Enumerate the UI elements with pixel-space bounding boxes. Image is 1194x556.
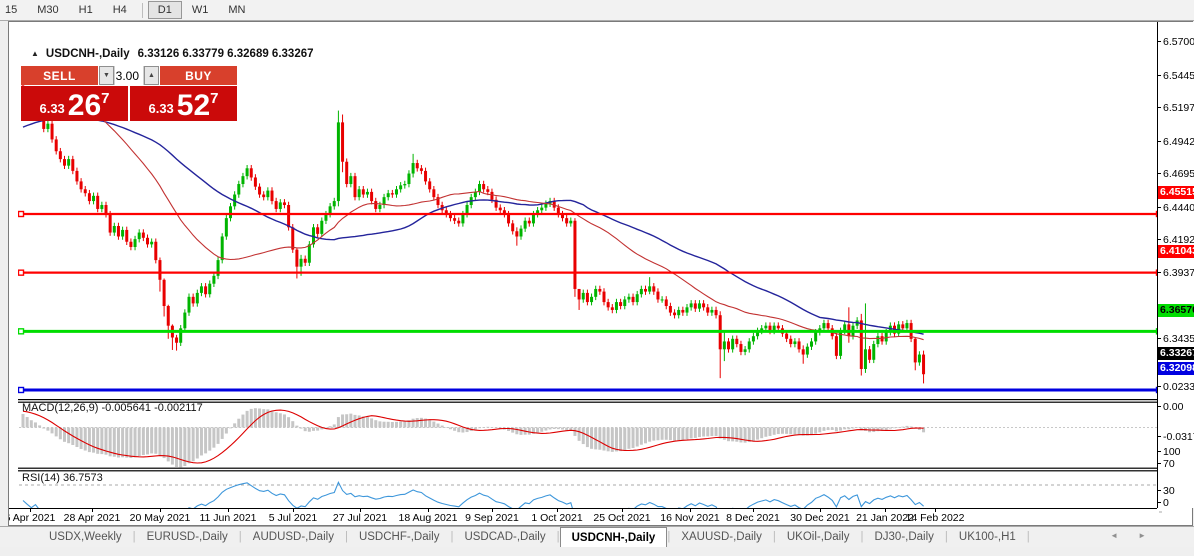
- price-axis-label: 6.49425: [1163, 136, 1194, 148]
- timeframe-button-D1[interactable]: D1: [147, 1, 182, 19]
- date-axis[interactable]: 6 Apr 2021 28 Apr 2021 20 May 2021 11 Jun 2…: [9, 508, 1157, 525]
- date-label: 20 May 2021: [129, 512, 191, 524]
- date-label: 25 Oct 2021: [593, 512, 651, 524]
- one-click-trade-panel: SELL ▼ ▲ BUY 6.33 26 7 6.33 52 7: [21, 66, 237, 121]
- date-label: 18 Aug 2021: [398, 512, 458, 524]
- chart-symbol-label: USDCNH-,Daily: [45, 48, 130, 60]
- price-axis-label: 0: [1163, 497, 1169, 508]
- axis-tick: [1158, 239, 1161, 240]
- date-label: 5 Jul 2021: [268, 512, 318, 524]
- date-label: 1 Oct 2021: [531, 512, 583, 524]
- axis-tick: [1158, 41, 1161, 42]
- volume-input[interactable]: [115, 66, 143, 85]
- buy-button[interactable]: BUY: [160, 66, 237, 85]
- volume-decrease-button[interactable]: ▼: [99, 66, 114, 85]
- price-badge: 6.41043: [1158, 244, 1194, 258]
- tab-scroll-right-icon[interactable]: ►: [1138, 531, 1146, 540]
- axis-tick: [1158, 107, 1161, 108]
- sell-price-display[interactable]: 6.33 26 7: [21, 86, 128, 121]
- tab-audusd-daily[interactable]: AUDUSD-,Daily: [242, 527, 345, 547]
- tab-scroll-left-icon[interactable]: ◄: [1110, 531, 1118, 540]
- sell-button[interactable]: SELL: [21, 66, 98, 85]
- chart-window: ▲ USDCNH-,Daily 6.33126 6.33779 6.32689 6.…: [8, 21, 1193, 528]
- axis-tick: [1158, 386, 1161, 387]
- tab-xauusd-daily[interactable]: XAUUSD-,Daily: [670, 527, 773, 547]
- price-badge: 6.45515: [1158, 185, 1194, 199]
- axis-tick: [1158, 141, 1161, 142]
- tab-dj30-daily[interactable]: DJ30-,Daily: [863, 527, 944, 547]
- tab-uk100-h1[interactable]: UK100-,H1: [948, 527, 1027, 547]
- axis-tick: [1158, 451, 1161, 452]
- rsi-indicator-label: RSI(14) 36.7573: [22, 472, 103, 484]
- date-label: 27 Jul 2021: [332, 512, 388, 524]
- price-axis-label: -0.031744: [1163, 431, 1194, 443]
- price-axis-label: 6.34350: [1163, 333, 1194, 345]
- price-badge: 6.36570: [1158, 303, 1194, 317]
- price-badge: 6.32098: [1158, 361, 1194, 375]
- axis-tick: [1158, 502, 1161, 503]
- axis-tick: [1158, 463, 1161, 464]
- axis-tick: [1158, 272, 1161, 273]
- chart-title: ▲ USDCNH-,Daily 6.33126 6.33779 6.32689 6.…: [31, 48, 314, 60]
- toolbar-separator: [141, 2, 143, 18]
- sell-price-pips: 26: [67, 89, 102, 122]
- price-axis-label: 6.57000: [1163, 36, 1194, 48]
- timeframe-button-MN[interactable]: MN: [218, 1, 255, 19]
- mt4-terminal: 15 M30 H1 H4 D1 W1 MN ▲ USDCNH-,Daily 6.33126 6.…: [0, 0, 1194, 556]
- buy-price-display[interactable]: 6.33 52 7: [130, 86, 237, 121]
- axis-tick: [1158, 173, 1161, 174]
- tab-separator: |: [1026, 531, 1030, 543]
- date-label: 28 Apr 2021: [63, 512, 121, 524]
- date-label: 11 Jun 2021: [199, 512, 257, 524]
- price-axis-label: 100: [1163, 446, 1181, 458]
- date-label: 16 Nov 2021: [660, 512, 720, 524]
- tab-usdx-weekly[interactable]: USDX,Weekly: [38, 527, 133, 547]
- price-axis-label: 6.51975: [1163, 102, 1194, 114]
- timeframe-toolbar: 15 M30 H1 H4 D1 W1 MN: [0, 0, 1194, 21]
- tab-eurusd-daily[interactable]: EURUSD-,Daily: [136, 527, 239, 547]
- tab-usdchf-daily[interactable]: USDCHF-,Daily: [348, 527, 451, 547]
- buy-price-point: 7: [210, 90, 219, 107]
- tab-usdcad-daily[interactable]: USDCAD-,Daily: [453, 527, 556, 547]
- axis-tick: [1158, 436, 1161, 437]
- volume-increase-button[interactable]: ▲: [144, 66, 159, 85]
- date-label: 6 Apr 2021: [9, 512, 56, 524]
- price-axis-label: 0.00: [1163, 401, 1184, 413]
- axis-tick: [1158, 406, 1161, 407]
- chart-ohlc-values: 6.33126 6.33779 6.32689 6.33267: [137, 48, 314, 60]
- date-label: 8 Dec 2021: [726, 512, 780, 524]
- timeframe-button-W1[interactable]: W1: [182, 1, 219, 19]
- axis-tick: [1158, 490, 1161, 491]
- collapse-panel-icon[interactable]: ▲: [31, 49, 39, 58]
- timeframe-button-M30[interactable]: M30: [27, 1, 68, 19]
- axis-tick: [1158, 75, 1161, 76]
- sell-price-point: 7: [101, 90, 110, 107]
- tab-scroll-arrows: ◄ ►: [1110, 531, 1146, 540]
- axis-tick: [1158, 207, 1161, 208]
- price-axis[interactable]: 6.57000 6.54450 6.51975 6.49425 6.46950 6.444…: [1157, 22, 1194, 508]
- buy-price-base: 6.33: [148, 101, 174, 116]
- price-axis-label: 30: [1163, 485, 1175, 497]
- price-axis-label: 6.54450: [1163, 70, 1194, 82]
- price-axis-label: 6.44400: [1163, 202, 1194, 214]
- price-axis-label: 0.023365: [1163, 381, 1194, 393]
- date-label: 30 Dec 2021: [790, 512, 850, 524]
- price-badge: 6.33267: [1158, 346, 1194, 360]
- tab-ukoil-daily[interactable]: UKOil-,Daily: [776, 527, 861, 547]
- date-label: 9 Sep 2021: [465, 512, 519, 524]
- macd-indicator-label: MACD(12,26,9) -0.005641 -0.002117: [22, 402, 203, 414]
- axis-tick: [1158, 338, 1161, 339]
- symbol-tab-bar: USDX,Weekly | EURUSD-,Daily | AUDUSD-,Daily |…: [0, 526, 1194, 547]
- date-label: 14 Feb 2022: [905, 512, 965, 524]
- price-axis-label: 70: [1163, 458, 1175, 470]
- timeframe-button-H4[interactable]: H4: [103, 1, 137, 19]
- price-axis-label: 6.39375: [1163, 267, 1194, 279]
- price-axis-label: 6.46950: [1163, 168, 1194, 180]
- timeframe-button-H1[interactable]: H1: [69, 1, 103, 19]
- sell-price-base: 6.33: [39, 101, 65, 116]
- tab-usdcnh-daily[interactable]: USDCNH-,Daily: [559, 527, 668, 547]
- buy-price-pips: 52: [176, 89, 211, 122]
- timeframe-button-15[interactable]: 15: [0, 1, 27, 19]
- volume-stepper: ▼ ▲: [99, 66, 159, 85]
